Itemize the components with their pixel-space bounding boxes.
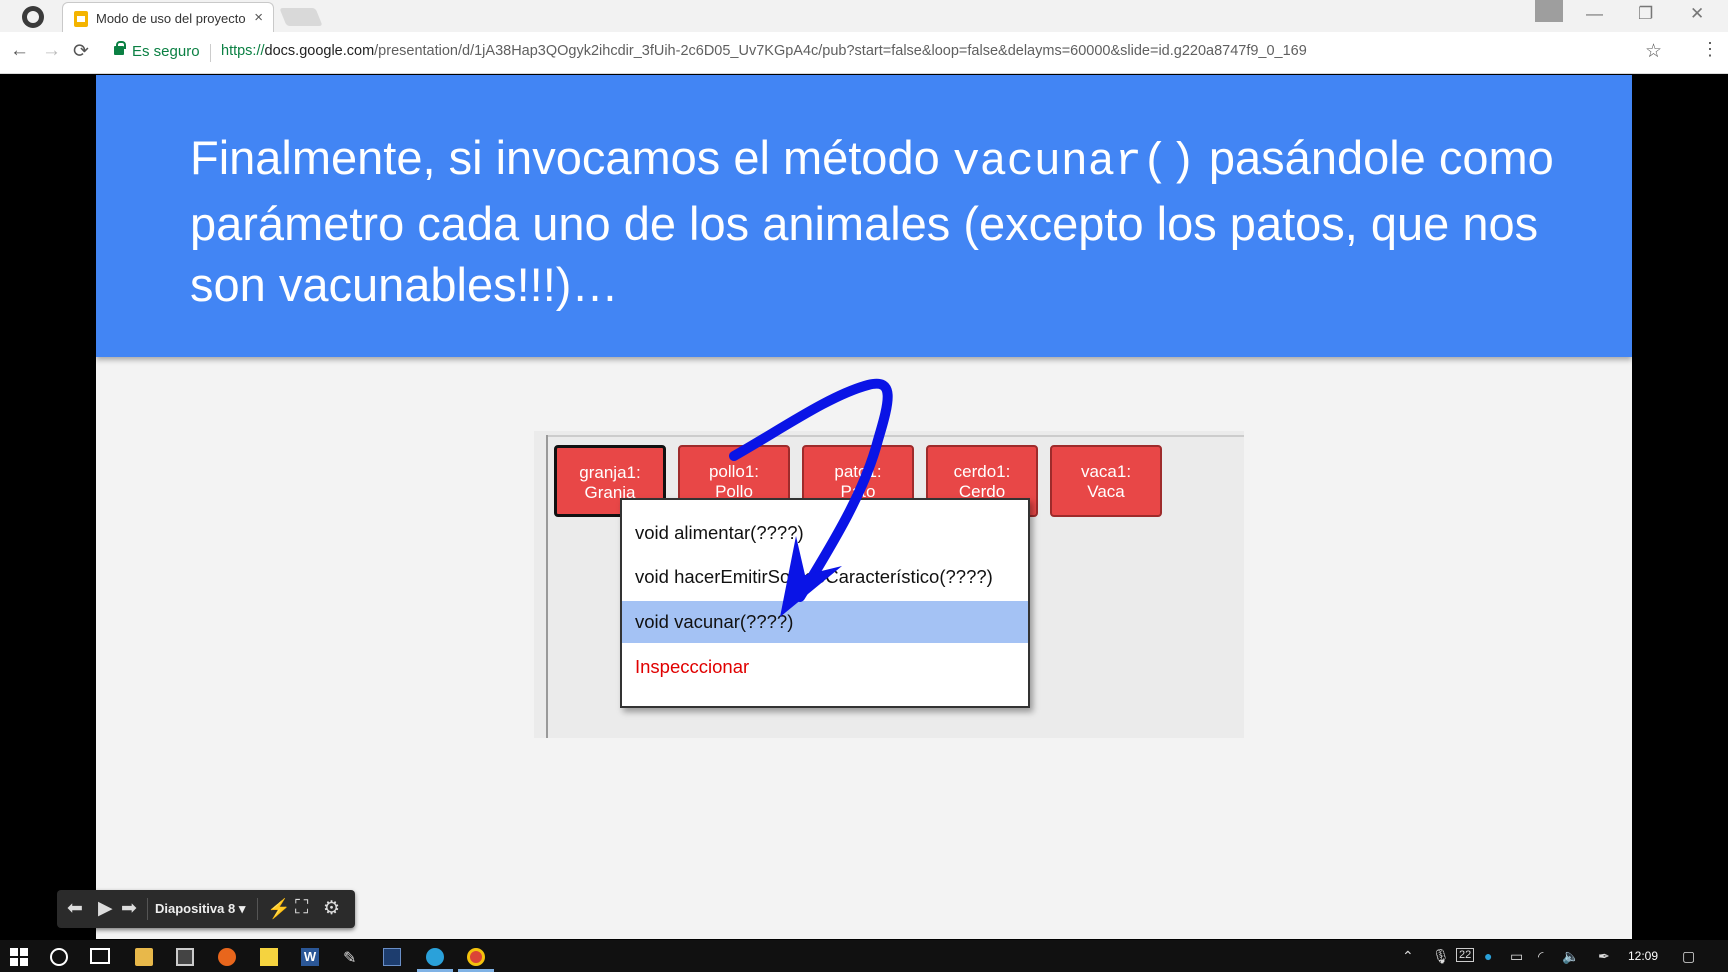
cortana-search-icon[interactable] xyxy=(50,948,68,966)
terminal-icon[interactable] xyxy=(176,948,194,966)
task-view-icon[interactable] xyxy=(90,948,110,964)
reload-icon[interactable]: ⟳ xyxy=(73,40,89,63)
microphone-icon[interactable]: 🎙 xyxy=(1432,948,1450,965)
word-icon[interactable]: W xyxy=(301,948,319,966)
title-code: vacunar() xyxy=(952,137,1196,188)
play-icon[interactable]: ▶ xyxy=(98,897,113,920)
url-path: /presentation/d/1jA38Hap3QOgyk2ihcdir_3f… xyxy=(374,43,1307,59)
action-center-icon[interactable]: ▢ xyxy=(1682,948,1695,965)
divider xyxy=(257,898,258,920)
url-text[interactable]: https://docs.google.com/presentation/d/1… xyxy=(221,43,1307,59)
wifi-icon[interactable]: ◜ xyxy=(1538,948,1543,965)
divider xyxy=(546,435,548,738)
menu-item-alimentar[interactable]: void alimentar(????) xyxy=(622,512,1028,554)
address-bar[interactable]: Es seguro https://docs.google.com/presen… xyxy=(104,37,1666,67)
object-name: cerdo1: xyxy=(953,462,1011,481)
profile-icon[interactable] xyxy=(1535,0,1563,22)
object-vaca1[interactable]: vaca1: Vaca xyxy=(1050,445,1162,517)
bookmark-star-icon[interactable]: ☆ xyxy=(1645,40,1662,63)
previous-slide-icon[interactable]: ⬅ xyxy=(67,897,83,920)
windows-start-icon[interactable] xyxy=(10,948,28,966)
firefox-icon[interactable] xyxy=(218,948,236,966)
title-text-1: Finalmente, si invocamos el método xyxy=(190,131,953,184)
back-icon[interactable]: ← xyxy=(10,40,29,62)
lock-icon xyxy=(114,41,126,55)
divider xyxy=(147,898,148,920)
tab-title: Modo de uso del proyecto xyxy=(96,11,246,26)
taskbar: W ✎ ⌃ 🎙 22 ● ▭ ◜ 🔈 ✒ 12:09 ▢ xyxy=(0,940,1728,972)
slide-header: Finalmente, si invocamos el método vacun… xyxy=(96,75,1632,357)
menu-item-inspeccionar[interactable]: Inspecccionar xyxy=(622,646,1028,688)
laser-pointer-icon[interactable]: ⚡ xyxy=(267,897,291,921)
tab-active[interactable]: Modo de uso del proyecto × xyxy=(62,2,274,34)
pen-tool-icon[interactable]: ✎ xyxy=(343,948,361,967)
next-slide-icon[interactable]: ➡ xyxy=(121,897,137,920)
slides-favicon-icon xyxy=(74,11,88,27)
object-name: pato1: xyxy=(834,462,882,481)
slide: Finalmente, si invocamos el método vacun… xyxy=(96,75,1632,939)
taskbar-clock[interactable]: 12:09 xyxy=(1628,949,1658,963)
bluej-object-bench: granja1: Granja pollo1: Pollo pato1: Pato c… xyxy=(534,431,1244,738)
url-host: docs.google.com xyxy=(264,43,375,59)
url-scheme: https:// xyxy=(221,43,265,59)
object-name: vaca1: xyxy=(1080,462,1132,481)
battery-icon[interactable]: ▭ xyxy=(1510,948,1523,965)
tray-badge[interactable]: 22 xyxy=(1456,948,1475,962)
telegram-tray-icon[interactable]: ● xyxy=(1484,948,1492,964)
sticky-notes-icon[interactable] xyxy=(260,948,278,966)
restore-icon[interactable]: ❐ xyxy=(1638,4,1653,24)
divider xyxy=(546,435,1244,437)
window-close-icon[interactable]: ✕ xyxy=(1690,4,1704,24)
tab-close-icon[interactable]: × xyxy=(254,9,263,26)
telegram-icon[interactable] xyxy=(426,948,444,966)
slide-title: Finalmente, si invocamos el método vacun… xyxy=(190,127,1590,315)
presenter-toolbar: ⬅ ▶ ➡ Diapositiva 8 ▾ ⚡ ⛶ ⚙ xyxy=(57,890,355,928)
file-explorer-icon[interactable] xyxy=(135,948,153,966)
forward-icon[interactable]: → xyxy=(42,40,61,62)
tray-chevron-icon[interactable]: ⌃ xyxy=(1402,948,1414,965)
github-icon[interactable] xyxy=(22,6,44,28)
object-class: Vaca xyxy=(1087,482,1125,501)
volume-icon[interactable]: 🔈 xyxy=(1562,948,1579,965)
settings-gear-icon[interactable]: ⚙ xyxy=(323,897,340,920)
network-app-icon[interactable] xyxy=(383,948,401,966)
new-tab-button[interactable] xyxy=(279,8,323,26)
context-menu: void alimentar(????) void hacerEmitirSon… xyxy=(620,498,1030,708)
menu-item-emitir-sonido[interactable]: void hacerEmitirSonidoCaracterístico(???… xyxy=(622,556,1028,598)
slide-selector[interactable]: Diapositiva 8 ▾ xyxy=(155,901,245,917)
chrome-icon[interactable] xyxy=(467,948,485,966)
object-name: pollo1: xyxy=(708,462,760,481)
minimize-icon[interactable]: — xyxy=(1586,4,1603,24)
pen-tray-icon[interactable]: ✒ xyxy=(1598,948,1610,965)
divider xyxy=(210,44,211,62)
tab-strip: Modo de uso del proyecto × — ❐ ✕ xyxy=(0,0,1728,34)
object-name: granja1: xyxy=(579,463,641,482)
chrome-menu-icon[interactable]: ⋮ xyxy=(1701,39,1719,60)
browser-toolbar: ← → ⟳ Es seguro https://docs.google.com/… xyxy=(0,32,1728,74)
menu-item-vacunar[interactable]: void vacunar(????) xyxy=(622,601,1028,643)
secure-label: Es seguro xyxy=(132,43,200,60)
fullscreen-icon[interactable]: ⛶ xyxy=(295,897,308,919)
slide-selector-label: Diapositiva 8 xyxy=(155,901,236,916)
